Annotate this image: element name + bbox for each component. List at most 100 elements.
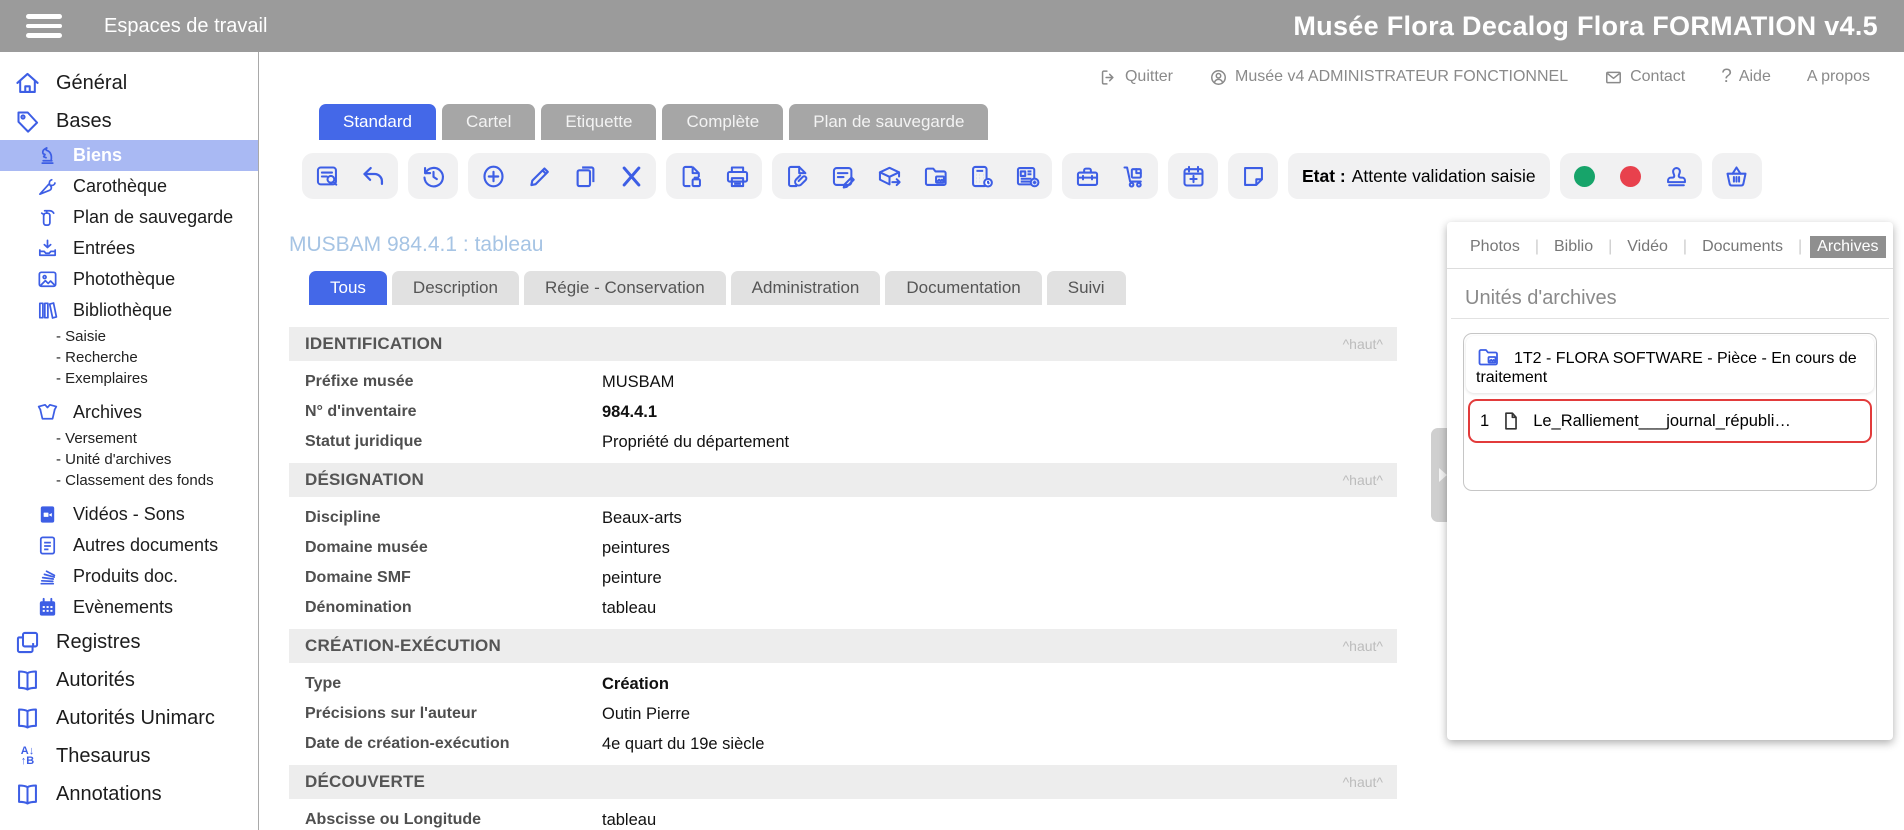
hand-truck-icon	[1120, 163, 1147, 190]
record-tab-suivi[interactable]: Suivi	[1047, 271, 1126, 305]
green-status-icon	[1574, 166, 1595, 187]
back-button[interactable]	[351, 156, 395, 196]
sidebar-item-videos-sons[interactable]: Vidéos - Sons	[0, 499, 258, 530]
status-green-button[interactable]	[1563, 156, 1607, 196]
sidebar-item-carotheque[interactable]: Carothèque	[0, 171, 258, 202]
document-icon	[36, 534, 59, 557]
media-tab-documents[interactable]: Documents	[1695, 236, 1790, 258]
sidebar-item-entrees[interactable]: Entrées	[0, 233, 258, 264]
pencil-icon	[526, 163, 553, 190]
hamburger-menu-icon[interactable]	[26, 14, 62, 38]
sidebar-item-produits-doc[interactable]: Produits doc.	[0, 561, 258, 592]
help-link[interactable]: ? Aide	[1721, 66, 1771, 88]
sidebar-item-autorites[interactable]: Autorités	[0, 661, 258, 699]
sidebar-item-versement[interactable]: - Versement	[0, 428, 258, 449]
top-bar: Espaces de travail Musée Flora Decalog F…	[0, 0, 1904, 52]
back-to-top-link[interactable]: ^haut^	[1343, 774, 1383, 790]
note-button[interactable]	[1231, 156, 1275, 196]
record-sections: IDENTIFICATION ^haut^ Préfixe muséeMUSBA…	[289, 327, 1397, 830]
print-button[interactable]	[715, 156, 759, 196]
archive-file-item-selected[interactable]: 1 Le_Ralliement___journal_républi…	[1468, 399, 1872, 443]
back-to-top-link[interactable]: ^haut^	[1343, 638, 1383, 654]
video-file-icon	[36, 503, 59, 526]
archive-unit-item[interactable]: 1T2 - FLORA SOFTWARE - Pièce - En cours …	[1466, 336, 1874, 393]
view-tab-complete[interactable]: Complète	[662, 104, 783, 140]
sidebar-item-archives[interactable]: Archives	[0, 397, 258, 428]
view-tab-etiquette[interactable]: Etiquette	[541, 104, 656, 140]
toolbox-button[interactable]	[1065, 156, 1109, 196]
fire-extinguisher-icon	[36, 206, 59, 229]
record-tab-documentation[interactable]: Documentation	[885, 271, 1041, 305]
sidebar-item-bibliotheque[interactable]: Bibliothèque	[0, 295, 258, 326]
red-status-icon	[1620, 166, 1641, 187]
newspaper-plus-icon	[1014, 163, 1041, 190]
sidebar-item-bases[interactable]: Bases	[0, 102, 258, 140]
record-tab-tous[interactable]: Tous	[309, 271, 387, 305]
attach-file-button[interactable]	[775, 156, 819, 196]
back-to-top-link[interactable]: ^haut^	[1343, 472, 1383, 488]
edit-button[interactable]	[517, 156, 561, 196]
sidebar-item-plan-de-sauvegarde[interactable]: Plan de sauvegarde	[0, 202, 258, 233]
view-tab-standard[interactable]: Standard	[319, 104, 436, 140]
record-tab-description[interactable]: Description	[392, 271, 519, 305]
search-list-button[interactable]	[305, 156, 349, 196]
sidebar-item-unite-darchives[interactable]: - Unité d'archives	[0, 449, 258, 470]
sidebar-item-classement-des-fonds[interactable]: - Classement des fonds	[0, 470, 258, 491]
sidebar-item-recherche[interactable]: - Recherche	[0, 347, 258, 368]
media-tab-biblio[interactable]: Biblio	[1547, 236, 1600, 258]
view-tab-plan-de-sauvegarde[interactable]: Plan de sauvegarde	[789, 104, 988, 140]
user-menu[interactable]: Musée v4 ADMINISTRATEUR FONCTIONNEL	[1209, 68, 1568, 87]
history-button[interactable]	[411, 156, 455, 196]
sidebar-item-thesaurus[interactable]: A↓↑B Thesaurus	[0, 737, 258, 775]
sidebar-item-exemplaires[interactable]: - Exemplaires	[0, 368, 258, 389]
media-tab-photos[interactable]: Photos	[1463, 236, 1527, 258]
basket-button[interactable]	[1715, 156, 1759, 196]
registers-icon	[14, 629, 41, 656]
workspace-label[interactable]: Espaces de travail	[104, 15, 267, 38]
about-link[interactable]: A propos	[1807, 68, 1870, 86]
add-event-button[interactable]	[1171, 156, 1215, 196]
open-book-icon	[14, 781, 41, 808]
calendar-icon	[36, 596, 59, 619]
field-row: Abscisse ou Longitudetableau	[289, 805, 1397, 830]
press-review-button[interactable]	[1005, 156, 1049, 196]
back-to-top-link[interactable]: ^haut^	[1343, 336, 1383, 352]
delete-button[interactable]	[609, 156, 653, 196]
sidebar-item-registres[interactable]: Registres	[0, 623, 258, 661]
add-button[interactable]	[471, 156, 515, 196]
sidebar-item-saisie[interactable]: - Saisie	[0, 326, 258, 347]
view-tab-cartel[interactable]: Cartel	[442, 104, 535, 140]
export-file-button[interactable]	[669, 156, 713, 196]
movement-button[interactable]	[1111, 156, 1155, 196]
validate-stamp-button[interactable]	[1655, 156, 1699, 196]
contact-link[interactable]: Contact	[1604, 68, 1685, 87]
sidebar-item-biens[interactable]: Biens	[0, 140, 258, 171]
duplicate-button[interactable]	[563, 156, 607, 196]
media-folder-button[interactable]	[913, 156, 957, 196]
unpack-button[interactable]	[867, 156, 911, 196]
sidebar-item-phototheque[interactable]: Photothèque	[0, 264, 258, 295]
media-tab-archives[interactable]: Archives	[1810, 236, 1885, 258]
folder-image-icon	[1476, 345, 1500, 369]
field-row: Date de création-exécution4e quart du 19…	[289, 729, 1397, 759]
field-row: N° d'inventaire984.4.1	[289, 397, 1397, 427]
media-tab-video[interactable]: Vidéo	[1620, 236, 1675, 258]
sidebar-item-evenements[interactable]: Evènements	[0, 592, 258, 623]
field-row: Domaine SMFpeinture	[289, 563, 1397, 593]
field-row: Préfixe muséeMUSBAM	[289, 367, 1397, 397]
field-row: Précisions sur l'auteurOutin Pierre	[289, 699, 1397, 729]
section-header-creation-execution: CRÉATION-EXÉCUTION ^haut^	[289, 629, 1397, 663]
inventory-calc-button[interactable]	[959, 156, 1003, 196]
field-row: Dénominationtableau	[289, 593, 1397, 623]
sidebar-item-autorites-unimarc[interactable]: Autorités Unimarc	[0, 699, 258, 737]
status-red-button[interactable]	[1609, 156, 1653, 196]
sidebar-item-annotations[interactable]: Annotations	[0, 775, 258, 813]
quit-link[interactable]: Quitter	[1099, 68, 1173, 87]
sidebar-item-autres-documents[interactable]: Autres documents	[0, 530, 258, 561]
chevron-right-icon	[1439, 468, 1447, 482]
record-tab-administration[interactable]: Administration	[731, 271, 881, 305]
record-tab-regie-conservation[interactable]: Régie - Conservation	[524, 271, 726, 305]
sidebar-item-general[interactable]: Général	[0, 64, 258, 102]
edit-list-button[interactable]	[821, 156, 865, 196]
status-label: Etat :	[1302, 166, 1346, 187]
